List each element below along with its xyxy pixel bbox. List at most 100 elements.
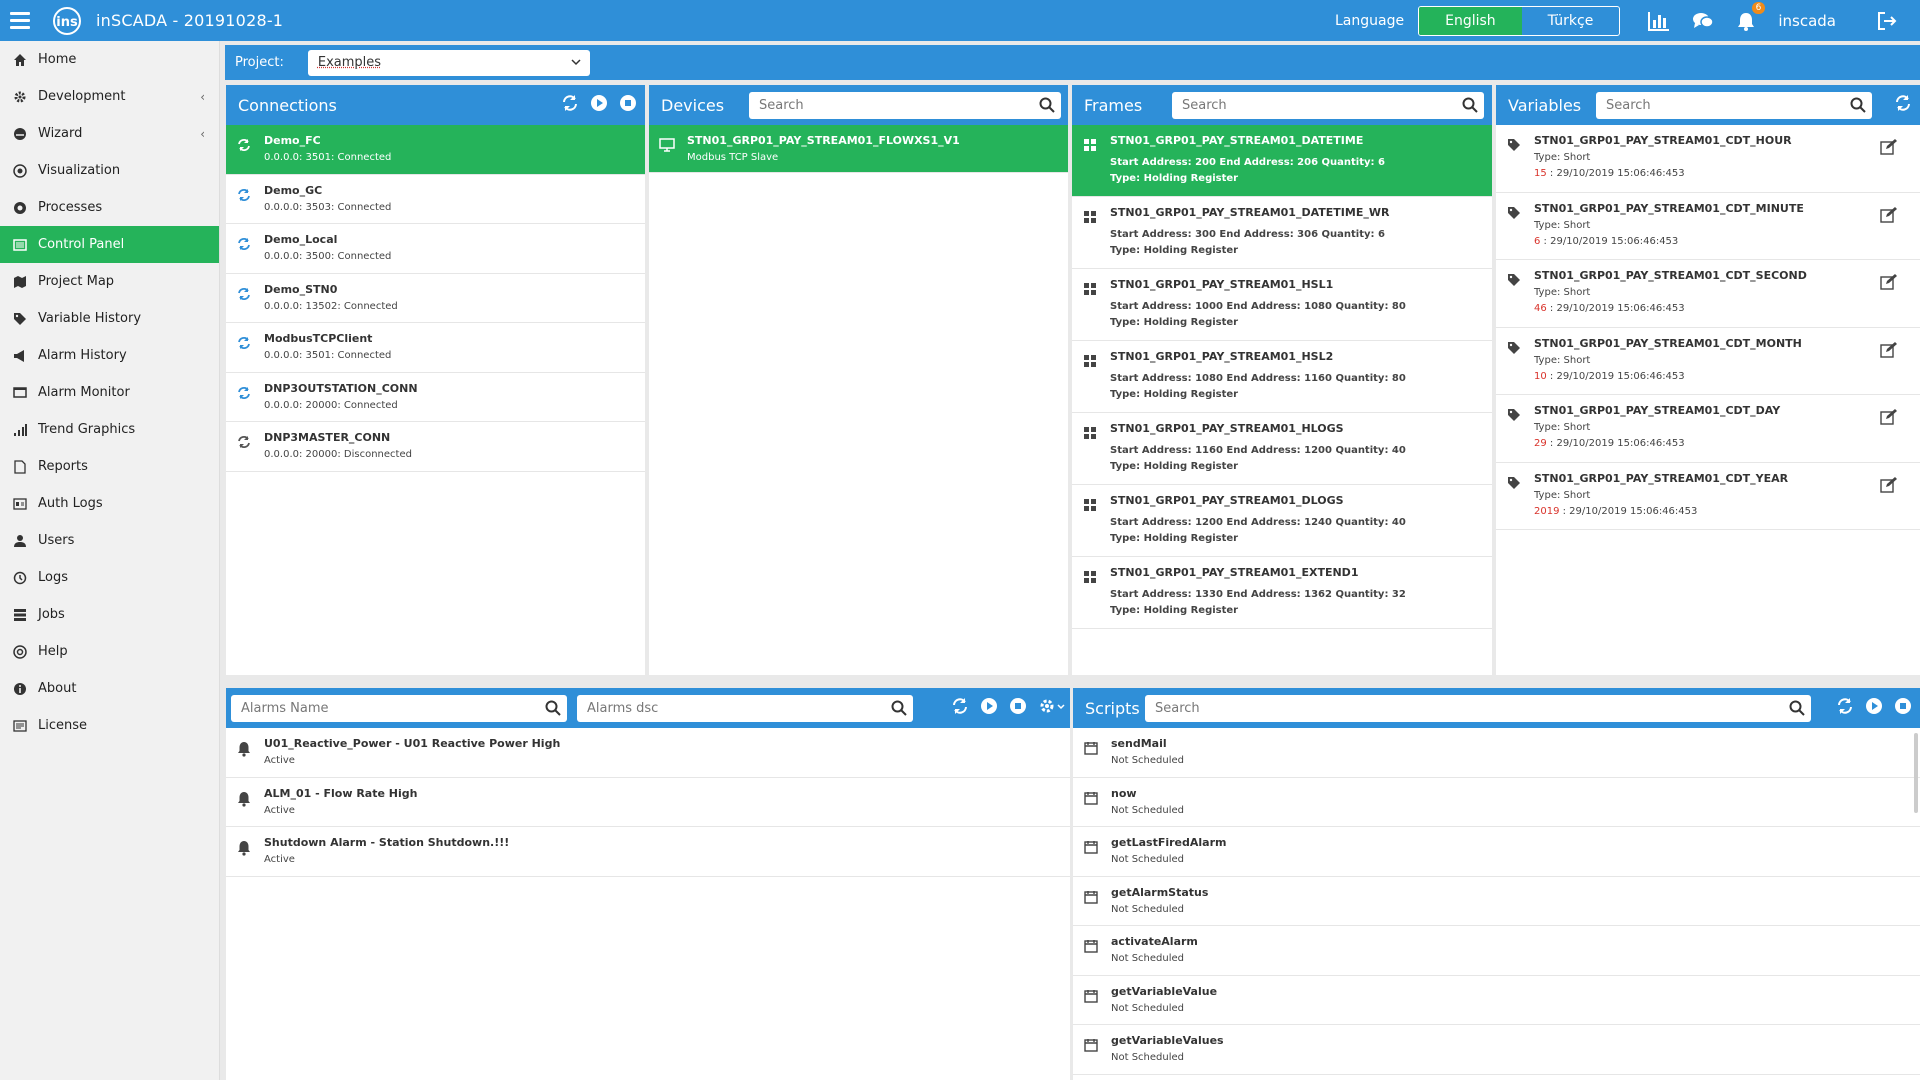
sidebar-item-about[interactable]: About — [0, 670, 219, 707]
alarm-item[interactable]: U01_Reactive_Power - U01 Reactive Power … — [226, 728, 1070, 778]
alarms-dsc-input[interactable]: Alarms dsc — [577, 695, 913, 722]
script-item[interactable]: getVariableValue Not Scheduled — [1073, 976, 1920, 1025]
variable-item[interactable]: STN01_GRP01_PAY_STREAM01_CDT_DAY Type: Sh… — [1496, 395, 1920, 463]
variable-item[interactable]: STN01_GRP01_PAY_STREAM01_CDT_YEAR Type: S… — [1496, 463, 1920, 530]
sidebar-item-logs[interactable]: Logs — [0, 559, 219, 596]
frame-item[interactable]: STN01_GRP01_PAY_STREAM01_EXTEND1 Start Ad… — [1072, 557, 1492, 629]
edit-icon[interactable] — [1880, 409, 1898, 429]
frame-item[interactable]: STN01_GRP01_PAY_STREAM01_HSL1 Start Addre… — [1072, 269, 1492, 341]
variable-item[interactable]: STN01_GRP01_PAY_STREAM01_CDT_MONTH Type: … — [1496, 328, 1920, 395]
sidebar-item-jobs[interactable]: Jobs — [0, 596, 219, 633]
edit-icon[interactable] — [1880, 341, 1898, 362]
sidebar-item-label: Jobs — [38, 607, 65, 622]
alarms-panel: Alarms Name Alarms dsc U01_Reactive_Powe… — [226, 688, 1070, 1080]
chart-icon[interactable] — [1648, 11, 1670, 31]
alarms-name-input[interactable]: Alarms Name — [231, 695, 567, 722]
sync-icon — [236, 287, 252, 301]
sidebar-item-alarm-monitor[interactable]: Alarm Monitor — [0, 374, 219, 411]
variables-panel: Variables Search STN01_GRP01_PAY_STREAM0… — [1496, 85, 1920, 675]
project-select[interactable]: Examples — [307, 49, 590, 76]
play-icon[interactable] — [1865, 697, 1883, 719]
script-item[interactable]: getVariableValues Not Scheduled — [1073, 1025, 1920, 1075]
alarm-item[interactable]: Shutdown Alarm - Station Shutdown.!!! Act… — [226, 827, 1070, 877]
variable-item[interactable]: STN01_GRP01_PAY_STREAM01_CDT_MINUTE Type:… — [1496, 193, 1920, 260]
tag-icon — [1506, 273, 1522, 287]
variable-item[interactable]: STN01_GRP01_PAY_STREAM01_CDT_SECOND Type:… — [1496, 260, 1920, 328]
sidebar-item-help[interactable]: Help — [0, 633, 219, 670]
username[interactable]: inscada — [1778, 12, 1836, 30]
sidebar-item-processes[interactable]: Processes — [0, 189, 219, 226]
scripts-scrollbar[interactable] — [1914, 733, 1918, 813]
refresh-icon[interactable] — [1894, 94, 1912, 116]
refresh-icon[interactable] — [1836, 697, 1854, 719]
devices-search-input[interactable]: Search — [749, 92, 1061, 119]
stop-icon[interactable] — [619, 94, 637, 116]
script-item[interactable]: activateAlarm Not Scheduled — [1073, 926, 1920, 976]
sidebar-item-trend-graphics[interactable]: Trend Graphics — [0, 411, 219, 448]
edit-icon[interactable] — [1880, 206, 1898, 227]
search-icon[interactable] — [891, 700, 907, 716]
connection-item[interactable]: ModbusTCPClient 0.0.0.0: 3501: Connected — [226, 323, 645, 373]
frame-item[interactable]: STN01_GRP01_PAY_STREAM01_HLOGS Start Addr… — [1072, 413, 1492, 485]
alarm-item[interactable]: ALM_01 - Flow Rate High Active — [226, 778, 1070, 827]
sidebar-item-project-map[interactable]: Project Map — [0, 263, 219, 300]
connection-item[interactable]: DNP3MASTER_CONN 0.0.0.0: 20000: Disconnec… — [226, 422, 645, 472]
sidebar-item-users[interactable]: Users — [0, 522, 219, 559]
search-icon[interactable] — [1850, 97, 1866, 113]
frames-search-input[interactable]: Search — [1172, 92, 1484, 119]
search-icon[interactable] — [1039, 97, 1055, 113]
chat-icon[interactable] — [1692, 11, 1715, 31]
sidebar-item-development[interactable]: Development ‹ — [0, 78, 219, 115]
variable-timestamp: : 29/10/2019 15:06:46:453 — [1546, 303, 1685, 314]
device-item[interactable]: STN01_GRP01_PAY_STREAM01_FLOWXS1_V1 Modbu… — [649, 125, 1068, 173]
sidebar-item-alarm-history[interactable]: Alarm History — [0, 337, 219, 374]
edit-icon[interactable] — [1880, 274, 1898, 294]
menu-icon[interactable] — [10, 12, 30, 29]
script-item[interactable]: sendMail Not Scheduled — [1073, 728, 1920, 778]
connection-item[interactable]: Demo_FC 0.0.0.0: 3501: Connected — [226, 125, 645, 175]
sidebar-item-visualization[interactable]: Visualization — [0, 152, 219, 189]
search-icon[interactable] — [1789, 700, 1805, 716]
variables-search-input[interactable]: Search — [1596, 92, 1872, 119]
sidebar-item-reports[interactable]: Reports — [0, 448, 219, 485]
edit-icon[interactable] — [1880, 476, 1898, 497]
settings-dropdown-icon[interactable] — [1038, 697, 1066, 719]
script-item[interactable]: getLastFiredAlarm Not Scheduled — [1073, 827, 1920, 877]
connection-item[interactable]: Demo_GC 0.0.0.0: 3503: Connected — [226, 175, 645, 224]
sidebar-item-auth-logs[interactable]: Auth Logs — [0, 485, 219, 522]
logout-icon[interactable] — [1876, 11, 1898, 31]
frame-item[interactable]: STN01_GRP01_PAY_STREAM01_DATETIME_WR Star… — [1072, 197, 1492, 269]
connection-item[interactable]: Demo_STN0 0.0.0.0: 13502: Connected — [226, 274, 645, 323]
connection-item[interactable]: DNP3OUTSTATION_CONN 0.0.0.0: 20000: Conne… — [226, 373, 645, 422]
sidebar-item-home[interactable]: Home — [0, 41, 219, 78]
stop-icon[interactable] — [1009, 697, 1027, 719]
frame-type: Type: Holding Register — [1110, 461, 1239, 472]
lang-turkish-button[interactable]: Türkçe — [1522, 7, 1620, 35]
refresh-icon[interactable] — [951, 697, 969, 719]
frame-item[interactable]: STN01_GRP01_PAY_STREAM01_DATETIME Start A… — [1072, 125, 1492, 197]
search-icon[interactable] — [1462, 97, 1478, 113]
play-icon[interactable] — [980, 697, 998, 719]
play-icon[interactable] — [590, 94, 608, 116]
sidebar-item-variable-history[interactable]: Variable History — [0, 300, 219, 337]
server-icon — [12, 607, 28, 623]
variable-item[interactable]: STN01_GRP01_PAY_STREAM01_CDT_HOUR Type: S… — [1496, 125, 1920, 193]
bell-icon[interactable]: 6 — [1736, 1, 1766, 31]
stop-icon[interactable] — [1894, 697, 1912, 719]
search-icon[interactable] — [545, 700, 561, 716]
frame-item[interactable]: STN01_GRP01_PAY_STREAM01_DLOGS Start Addr… — [1072, 485, 1492, 557]
lang-english-button[interactable]: English — [1419, 6, 1522, 35]
sync-icon — [236, 138, 252, 152]
connection-item[interactable]: Demo_Local 0.0.0.0: 3500: Connected — [226, 224, 645, 274]
script-item[interactable]: now Not Scheduled — [1073, 778, 1920, 827]
variable-value-line: 6 : 29/10/2019 15:06:46:453 — [1534, 236, 1804, 247]
sidebar-item-license[interactable]: License — [0, 707, 219, 744]
sidebar-item-wizard[interactable]: Wizard ‹ — [0, 115, 219, 152]
script-item[interactable]: getAlarmStatus Not Scheduled — [1073, 877, 1920, 926]
history-icon — [12, 570, 28, 586]
refresh-icon[interactable] — [561, 94, 579, 116]
edit-icon[interactable] — [1880, 139, 1898, 159]
frame-item[interactable]: STN01_GRP01_PAY_STREAM01_HSL2 Start Addre… — [1072, 341, 1492, 413]
sidebar-item-control-panel[interactable]: Control Panel — [0, 226, 219, 263]
scripts-search-input[interactable]: Search — [1145, 695, 1811, 722]
